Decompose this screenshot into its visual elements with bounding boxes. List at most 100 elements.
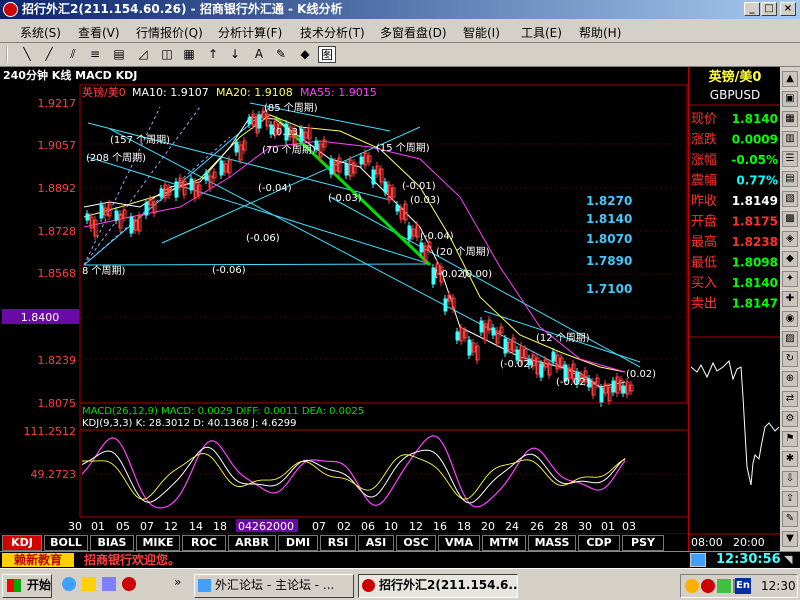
menu-system[interactable]: 系统(S)	[20, 24, 61, 41]
tab-cdp[interactable]: CDP	[578, 535, 620, 551]
eraser-icon[interactable]: ✎	[272, 46, 290, 63]
line-tool-icon[interactable]: ╲	[18, 46, 36, 63]
tab-dmi[interactable]: DMI	[278, 535, 318, 551]
x-axis-label: 02	[337, 520, 351, 533]
annotation: (-0.06)	[212, 265, 246, 276]
app-shortcut-icon[interactable]	[122, 577, 136, 591]
quote-panel: 英镑/美0 GBPUSD 现价 1.8140 涨跌 0.0009 涨幅 -0.05% 震幅 0…	[688, 67, 781, 551]
parallel-tool-icon[interactable]: ⫽	[64, 46, 82, 63]
quote-row-label: 昨收	[691, 194, 717, 209]
outlook-icon[interactable]	[82, 577, 96, 591]
tab-roc[interactable]: ROC	[182, 535, 226, 551]
candle-body	[455, 331, 460, 341]
menu-quotes[interactable]: 行情报价(Q)	[136, 24, 203, 41]
arrow-up-icon[interactable]: ↑	[204, 46, 222, 63]
tab-osc[interactable]: OSC	[396, 535, 436, 551]
gann-tool-icon[interactable]: ◿	[134, 46, 152, 63]
menu-tools[interactable]: 工具(E)	[521, 24, 562, 41]
x-axis-label: 30	[68, 520, 82, 533]
tab-mass[interactable]: MASS	[528, 535, 576, 551]
price-cursor-value: 1.8400	[21, 311, 60, 324]
status-logo: 赖新教育	[2, 553, 74, 567]
tab-mtm[interactable]: MTM	[482, 535, 526, 551]
windows-logo-icon	[7, 579, 21, 592]
grid-tool-icon[interactable]: ▤	[110, 46, 128, 63]
grid-icon[interactable]: ▦	[782, 111, 798, 127]
news-icon[interactable]: ▧	[782, 191, 798, 207]
kdj-tick: 111.2512	[24, 425, 77, 438]
task-forum[interactable]: 外汇论坛 - 主论坛 - ...	[194, 574, 354, 598]
tab-boll[interactable]: BOLL	[44, 535, 88, 551]
tools-icon[interactable]: ✦	[782, 271, 798, 287]
chart-icon[interactable]: ▥	[782, 131, 798, 147]
menu-analysis-calc[interactable]: 分析计算(F)	[218, 24, 282, 41]
tab-psy[interactable]: PSY	[622, 535, 664, 551]
table-icon[interactable]: ▤	[782, 171, 798, 187]
scroll-down-icon[interactable]: ▼	[782, 531, 798, 547]
status-expand-icon[interactable]: ◥	[784, 553, 798, 567]
annotation: (12 个周期)	[536, 332, 590, 344]
ie-icon[interactable]	[62, 577, 76, 591]
ma10-label: MA10: 1.9107	[132, 86, 209, 99]
kdj-tick: 49.2723	[31, 468, 77, 481]
channel-tool-icon[interactable]: ≡	[86, 46, 104, 63]
alert-icon[interactable]: ◈	[782, 231, 798, 247]
text-tool-icon[interactable]: A	[250, 46, 268, 63]
fibonacci-tool-icon[interactable]: ◫	[158, 46, 176, 63]
calc-icon[interactable]: ▩	[782, 211, 798, 227]
menu-bar: 系统(S) 查看(V) 行情报价(Q) 分析计算(F) 技术分析(T) 多窗看盘…	[0, 19, 800, 43]
start-button[interactable]: 开始	[2, 574, 52, 598]
tray-app-icon[interactable]	[701, 579, 715, 593]
menu-view[interactable]: 查看(V)	[78, 24, 120, 41]
zoom-icon[interactable]: ⊕	[782, 371, 798, 387]
tab-mike[interactable]: MIKE	[136, 535, 180, 551]
menu-help[interactable]: 帮助(H)	[579, 24, 621, 41]
tab-rsi[interactable]: RSI	[320, 535, 356, 551]
scroll-up-icon[interactable]: ▲	[782, 71, 798, 87]
chart2-icon[interactable]: ▨	[782, 331, 798, 347]
tray-network-icon[interactable]	[717, 579, 731, 593]
paint-icon[interactable]: ◆	[296, 46, 314, 63]
plus-icon[interactable]: ✚	[782, 291, 798, 307]
arrow-down-icon[interactable]: ↓	[226, 46, 244, 63]
tab-vma[interactable]: VMA	[438, 535, 480, 551]
language-indicator[interactable]: En	[735, 578, 751, 594]
tab-asi[interactable]: ASI	[358, 535, 394, 551]
tab-arbr[interactable]: ARBR	[228, 535, 276, 551]
menu-smart[interactable]: 智能(I)	[463, 24, 500, 41]
level-label: 1.8140	[586, 212, 632, 226]
minimize-button[interactable]: _	[744, 2, 760, 16]
kline-chart-area[interactable]: 240分钟 K线 MACD KDJ 1.9217 1.9057 1.8892 1…	[0, 67, 688, 533]
download-icon[interactable]: ⇩	[782, 471, 798, 487]
edit-icon[interactable]: ✎	[782, 511, 798, 527]
settings-icon[interactable]: ⚙	[782, 411, 798, 427]
side-toolbar: ▲ ▣ ▦ ▥ ☰ ▤ ▧ ▩ ◈ ◆ ✦ ✚ ◉ ▨ ↻ ⊕ ⇄ ⚙ ⚑ ✱ …	[780, 67, 800, 551]
close-button[interactable]: ×	[780, 2, 796, 16]
x-axis-label: 05	[116, 520, 130, 533]
color-icon[interactable]: ◉	[782, 311, 798, 327]
tab-kdj[interactable]: KDJ	[2, 535, 42, 551]
x-axis-label: 01	[601, 520, 615, 533]
export-icon[interactable]: ⇪	[782, 491, 798, 507]
task-forex-app[interactable]: 招行外汇2(211.154.6...	[358, 574, 518, 598]
save-drawing-icon[interactable]: 图	[318, 46, 336, 63]
compare-icon[interactable]: ⇄	[782, 391, 798, 407]
flag-icon[interactable]: ⚑	[782, 431, 798, 447]
star-icon[interactable]: ✱	[782, 451, 798, 467]
panel-toggle-icon[interactable]: ▣	[782, 91, 798, 107]
desktop-icon[interactable]	[102, 577, 116, 591]
segment-tool-icon[interactable]: ╱	[40, 46, 58, 63]
quicklaunch-more-icon[interactable]: »	[174, 575, 181, 589]
list-icon[interactable]: ☰	[782, 151, 798, 167]
x-axis-label: 20	[481, 520, 495, 533]
candle-body	[234, 141, 239, 153]
menu-multiwindow[interactable]: 多窗看盘(D)	[380, 24, 447, 41]
info-icon[interactable]: ◆	[782, 251, 798, 267]
refresh-icon[interactable]: ↻	[782, 351, 798, 367]
tray-smile-icon[interactable]	[685, 579, 699, 593]
kdj-lines	[81, 435, 626, 509]
cycle-tool-icon[interactable]: ▦	[180, 46, 198, 63]
menu-technical[interactable]: 技术分析(T)	[300, 24, 365, 41]
maximize-button[interactable]: □	[761, 2, 777, 16]
tab-bias[interactable]: BIAS	[90, 535, 134, 551]
